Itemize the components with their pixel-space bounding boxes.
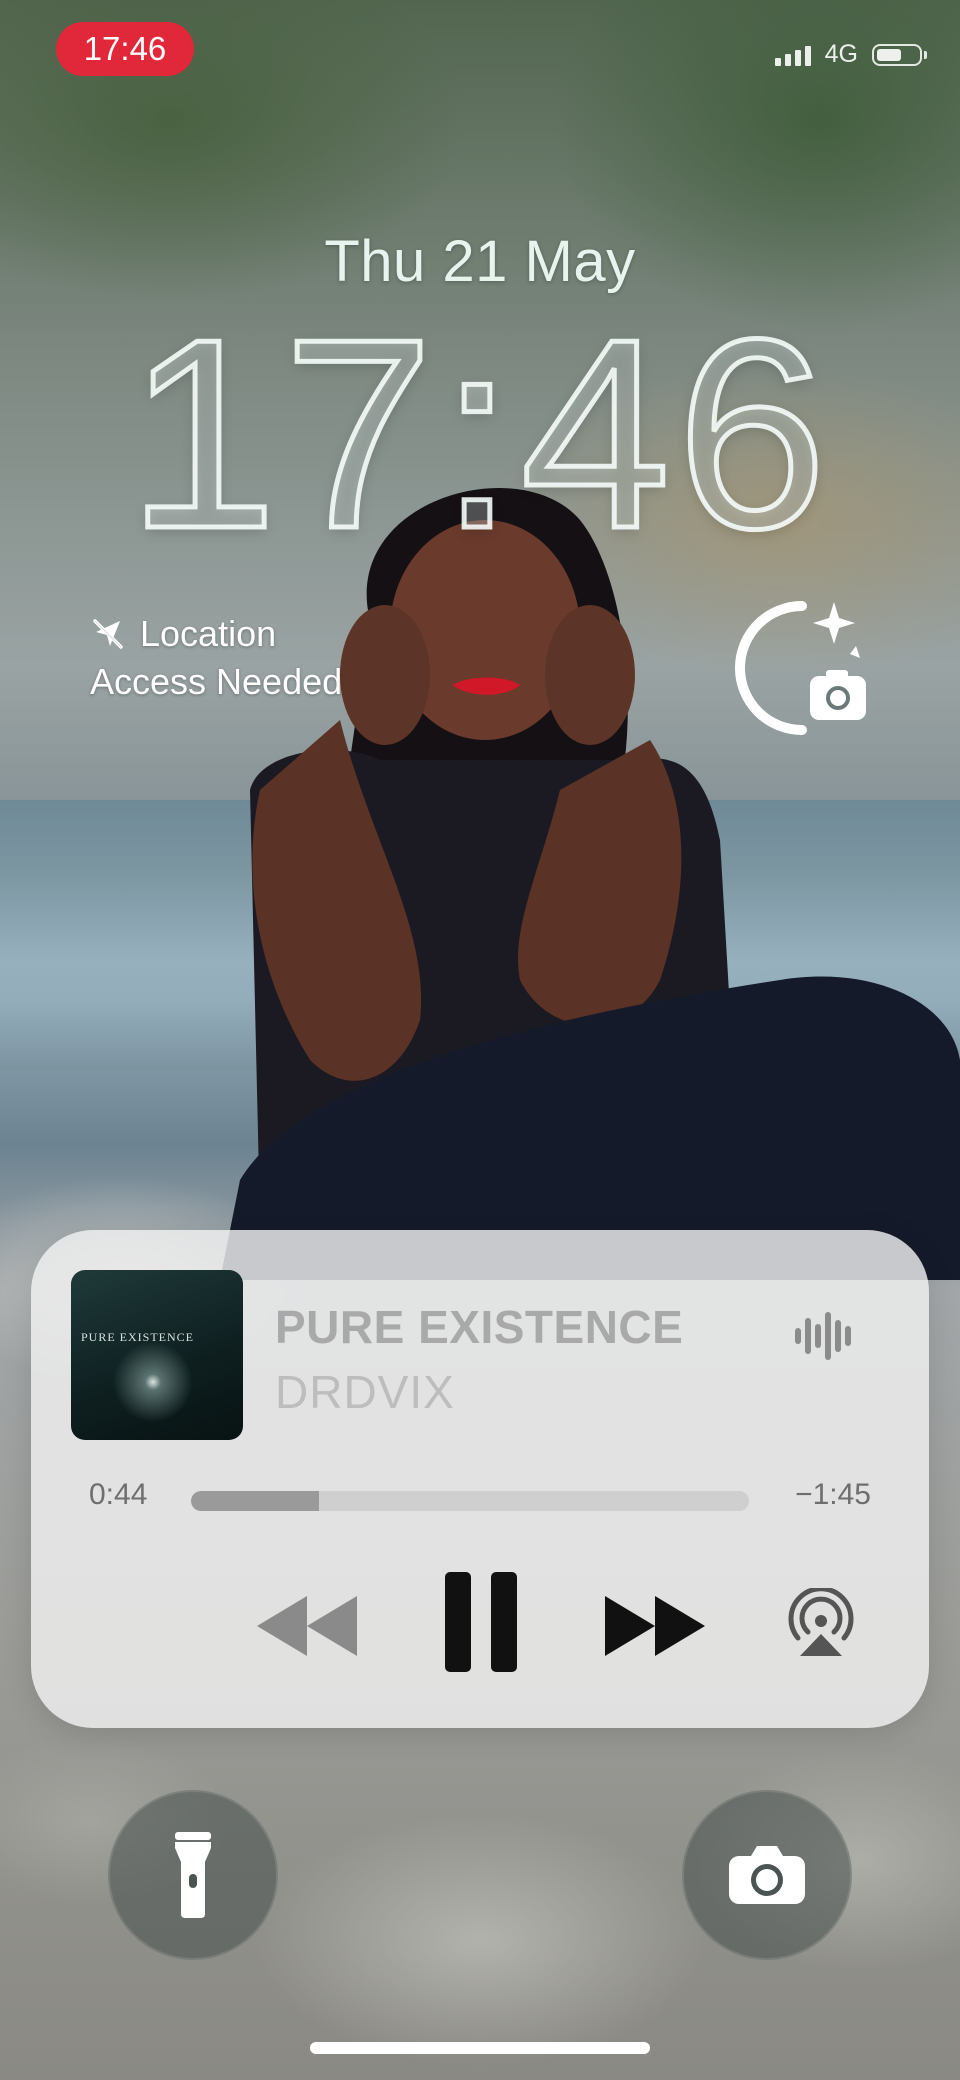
- fast-forward-icon[interactable]: [601, 1592, 709, 1660]
- time-elapsed: 0:44: [89, 1478, 148, 1511]
- album-art[interactable]: PURE EXISTENCE: [71, 1270, 243, 1440]
- location-slash-icon: [93, 619, 123, 649]
- rewind-icon[interactable]: [253, 1592, 361, 1660]
- playback-scrubber[interactable]: [191, 1491, 749, 1511]
- album-art-title: PURE EXISTENCE: [81, 1330, 194, 1344]
- flashlight-button[interactable]: [108, 1790, 278, 1960]
- track-artist[interactable]: DRDVIX: [275, 1365, 455, 1419]
- status-icons: 4G: [774, 40, 927, 69]
- playback-progress-fill: [191, 1491, 320, 1511]
- location-widget[interactable]: Location Access Needed: [90, 610, 342, 706]
- camera-icon: [729, 1846, 805, 1904]
- home-indicator[interactable]: [310, 2042, 650, 2054]
- flashlight-icon: [175, 1832, 211, 1918]
- pause-icon[interactable]: [441, 1570, 521, 1674]
- cellular-signal-icon: [774, 44, 811, 66]
- lock-clock[interactable]: 17:46: [0, 297, 960, 572]
- status-time-pill[interactable]: 17:46: [56, 22, 194, 76]
- network-type: 4G: [824, 40, 858, 68]
- location-widget-line2: Access Needed: [90, 661, 343, 702]
- camera-sparkle-icon[interactable]: [722, 594, 882, 744]
- location-widget-line1: Location: [140, 613, 277, 654]
- track-title[interactable]: PURE EXISTENCE: [275, 1300, 683, 1354]
- now-playing-widget[interactable]: PURE EXISTENCE PURE EXISTENCE DRDVIX 0:4…: [31, 1230, 929, 1728]
- camera-button[interactable]: [682, 1790, 852, 1960]
- time-remaining: −1:45: [795, 1478, 871, 1511]
- airplay-icon[interactable]: [786, 1588, 856, 1658]
- waveform-icon[interactable]: [793, 1310, 855, 1362]
- battery-icon: [872, 43, 927, 66]
